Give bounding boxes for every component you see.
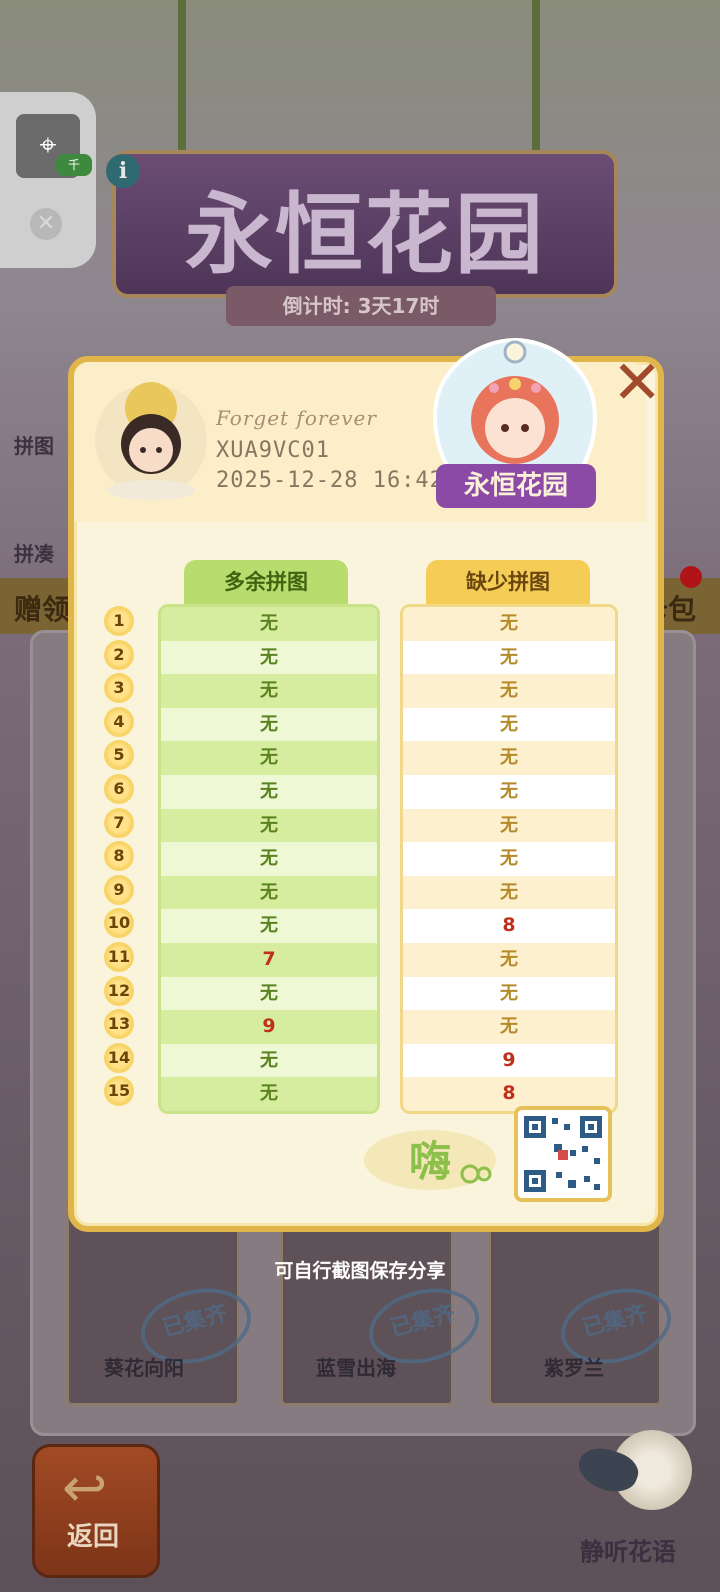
back-arrow-icon: ↩ bbox=[62, 1456, 108, 1519]
countdown-label: 倒计时: 3天17时 bbox=[226, 286, 496, 326]
extra-piece-cell: 无 bbox=[161, 808, 377, 843]
badge-title: 永恒花园 bbox=[436, 464, 596, 508]
extra-pieces-list: 无无无无无无无无无无7无9无无 bbox=[158, 604, 380, 1114]
row-number-badge: 1 bbox=[104, 606, 134, 636]
timestamp: 2025-12-28 16:42 bbox=[216, 468, 444, 493]
missing-pieces-list: 无无无无无无无无无8无无无98 bbox=[400, 604, 618, 1114]
extra-piece-cell: 无 bbox=[161, 607, 377, 641]
extra-piece-cell: 7 bbox=[161, 942, 377, 977]
row-number-badge: 13 bbox=[104, 1009, 134, 1040]
side-label-assemble[interactable]: 拼凑 bbox=[14, 538, 54, 567]
extra-piece-cell: 无 bbox=[161, 774, 377, 809]
notification-dot bbox=[680, 566, 702, 588]
missing-piece-cell: 无 bbox=[403, 707, 615, 742]
missing-piece-cell: 无 bbox=[403, 808, 615, 843]
card-label: 紫罗兰 bbox=[544, 1356, 604, 1380]
qr-code-icon[interactable] bbox=[514, 1106, 612, 1202]
user-id: XUA9VC01 bbox=[216, 438, 330, 463]
row-number-badge: 4 bbox=[104, 706, 134, 737]
missing-piece-cell: 无 bbox=[403, 640, 615, 675]
row-number-badge: 5 bbox=[104, 740, 134, 771]
screenshot-hint: 可自行截图保存分享 bbox=[274, 1260, 446, 1282]
event-banner-title: 永恒花园 bbox=[184, 182, 545, 286]
extra-piece-cell: 无 bbox=[161, 842, 377, 876]
row-number-badge: 14 bbox=[104, 1042, 134, 1073]
missing-pieces-header: 缺少拼图 bbox=[426, 560, 590, 604]
row-number-badge: 10 bbox=[104, 908, 134, 939]
vine-decoration bbox=[532, 0, 540, 160]
extra-piece-cell: 无 bbox=[161, 1043, 377, 1078]
row-number-badge: 8 bbox=[104, 841, 134, 872]
extra-piece-cell: 无 bbox=[161, 674, 377, 708]
row-number-badge: 7 bbox=[104, 807, 134, 838]
row-number-badge: 3 bbox=[104, 673, 134, 704]
vine-decoration bbox=[178, 0, 186, 160]
extra-piece-cell: 无 bbox=[161, 976, 377, 1011]
extra-piece-cell: 无 bbox=[161, 640, 377, 675]
extra-piece-cell: 无 bbox=[161, 1077, 377, 1111]
extra-piece-cell: 无 bbox=[161, 875, 377, 910]
card-label: 葵花向阳 bbox=[104, 1356, 184, 1380]
floating-tool-badge: 千 bbox=[56, 154, 92, 176]
back-button-label: 返回 bbox=[66, 1522, 119, 1552]
missing-piece-cell: 8 bbox=[403, 909, 615, 943]
close-icon[interactable]: ✕ bbox=[30, 208, 62, 240]
missing-piece-cell: 9 bbox=[403, 1043, 615, 1078]
missing-piece-cell: 无 bbox=[403, 674, 615, 708]
extra-piece-cell: 无 bbox=[161, 909, 377, 943]
missing-piece-cell: 无 bbox=[403, 976, 615, 1011]
row-number-badge: 12 bbox=[104, 975, 134, 1006]
listen-flower-button[interactable]: 静听花语 bbox=[568, 1532, 688, 1567]
row-number-badge: 9 bbox=[104, 874, 134, 905]
row-number-badge: 15 bbox=[104, 1076, 134, 1107]
row-number-column: 1 2 3 4 5 6 7 8 9 10 11 12 13 14 15 bbox=[104, 606, 138, 1110]
row-number-badge: 6 bbox=[104, 773, 134, 804]
close-icon[interactable]: ✕ bbox=[612, 353, 662, 413]
missing-piece-cell: 无 bbox=[403, 942, 615, 977]
row-number-badge: 2 bbox=[104, 639, 134, 670]
missing-piece-cell: 无 bbox=[403, 1010, 615, 1044]
extra-piece-cell: 9 bbox=[161, 1010, 377, 1044]
missing-piece-cell: 无 bbox=[403, 774, 615, 809]
extra-pieces-header: 多余拼图 bbox=[184, 560, 348, 604]
logo-text: 嗨 bbox=[408, 1137, 451, 1186]
extra-piece-cell: 无 bbox=[161, 707, 377, 742]
extra-piece-cell: 无 bbox=[161, 741, 377, 775]
info-icon[interactable]: i bbox=[106, 154, 140, 188]
row-number-badge: 11 bbox=[104, 941, 134, 972]
missing-piece-cell: 无 bbox=[403, 607, 615, 641]
side-label-puzzle[interactable]: 拼图 bbox=[14, 430, 54, 459]
missing-piece-cell: 无 bbox=[403, 842, 615, 876]
missing-piece-cell: 无 bbox=[403, 875, 615, 910]
event-banner: 永恒花园 bbox=[112, 150, 618, 298]
avatar bbox=[95, 382, 207, 500]
missing-piece-cell: 无 bbox=[403, 741, 615, 775]
card-label: 蓝雪出海 bbox=[316, 1356, 396, 1380]
gift-left-label[interactable]: 赠领 bbox=[14, 588, 70, 628]
user-name: Forget forever bbox=[216, 406, 377, 430]
